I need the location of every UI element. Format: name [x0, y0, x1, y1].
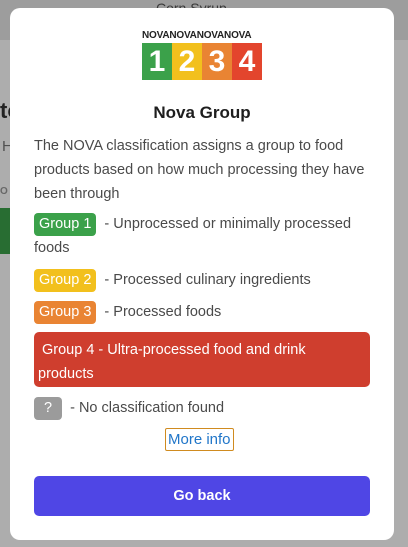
go-back-button[interactable]: Go back	[34, 476, 370, 516]
nova-logo: NOVANOVANOVANOVA 1 2 3 4	[142, 30, 262, 88]
group-row-1: Group 1 - Unprocessed or minimally proce…	[34, 212, 370, 260]
group-row-unknown: ? - No classification found	[34, 396, 370, 420]
nova-group-modal: NOVANOVANOVANOVA 1 2 3 4 Nova Group The …	[10, 8, 394, 540]
group-badge-1: Group 1	[34, 213, 97, 236]
modal-title: Nova Group	[153, 103, 251, 122]
group-row-4: Group 4 - Ultra-processed food and drink…	[34, 332, 370, 387]
more-info-link[interactable]: More info	[165, 428, 234, 451]
group-badge-4: Group 4	[42, 342, 95, 358]
modal-description: The NOVA classification assigns a group …	[34, 138, 365, 202]
group-row-3: Group 3 - Processed foods	[34, 300, 370, 324]
nova-digit-4: 4	[232, 43, 262, 80]
group-text-2: - Processed culinary ingredients	[100, 272, 311, 288]
nova-logo-digits: 1 2 3 4	[142, 43, 262, 80]
group-badge-2: Group 2	[34, 269, 97, 292]
group-badge-3: Group 3	[34, 301, 97, 324]
nova-digit-1: 1	[142, 43, 172, 80]
nova-logo-strip: NOVANOVANOVANOVA	[142, 30, 252, 41]
group-text-3: - Processed foods	[100, 304, 222, 320]
group-text-unknown: - No classification found	[66, 400, 225, 416]
group-badge-unknown: ?	[34, 397, 63, 420]
group-row-2: Group 2 - Processed culinary ingredients	[34, 268, 370, 292]
nova-digit-2: 2	[172, 43, 202, 80]
nova-digit-3: 3	[202, 43, 232, 80]
